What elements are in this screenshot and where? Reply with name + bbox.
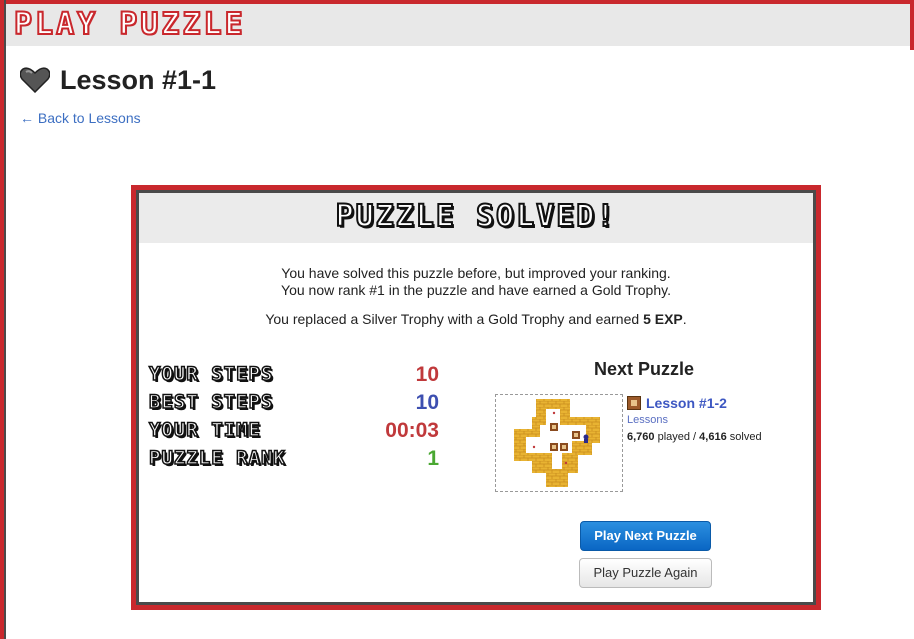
stat-value: 00:03 (385, 419, 439, 442)
stat-row-your-time: YOUR TIME 00:03 (148, 417, 439, 445)
site-logo[interactable]: PLAY PUZZLE (13, 7, 246, 43)
back-to-lessons-link[interactable]: ← Back to Lessons (20, 110, 141, 126)
next-puzzle-link[interactable]: Lesson #1-2 (646, 395, 727, 411)
next-puzzle-info: Lesson #1-2 Lessons 6,760 played / 4,616… (627, 394, 807, 443)
modal-body: PUZZLE SOLVED! You have solved this puzz… (139, 193, 813, 602)
stat-row-your-steps: YOUR STEPS 10 (148, 361, 439, 389)
modal-title: PUZZLE SOLVED! (335, 198, 617, 235)
next-puzzle-heading: Next Puzzle (593, 359, 695, 379)
modal-inner-frame: PUZZLE SOLVED! You have solved this puzz… (136, 190, 816, 605)
stat-value: 10 (415, 363, 439, 386)
next-puzzle-stats: 6,760 played / 4,616 solved (627, 431, 807, 443)
played-count: 6,760 (627, 431, 655, 443)
reward-message-suffix: . (682, 311, 687, 327)
page-title: Lesson #1-1 (60, 64, 217, 95)
solved-count: 4,616 (699, 431, 727, 443)
stat-row-puzzle-rank: PUZZLE RANK 1 (148, 445, 439, 473)
box-icon (627, 396, 641, 410)
exp-amount: 5 EXP (643, 311, 683, 327)
message-line-1: You have solved this puzzle before, but … (281, 265, 671, 281)
play-next-puzzle-button[interactable]: Play Next Puzzle (580, 521, 711, 551)
played-label: played / (654, 431, 700, 443)
stat-label: PUZZLE RANK (148, 446, 286, 470)
reward-message-prefix: You replaced a Silver Trophy with a Gold… (265, 311, 644, 327)
improvement-message: You have solved this puzzle before, but … (139, 265, 813, 299)
page-title-row: Lesson #1-1 (20, 62, 216, 98)
next-puzzle-category[interactable]: Lessons (627, 414, 807, 426)
stat-label: YOUR TIME (148, 418, 261, 442)
reward-message: You replaced a Silver Trophy with a Gold… (139, 311, 813, 328)
solved-label: solved (726, 431, 762, 443)
stats-panel: YOUR STEPS 10 BEST STEPS 10 YOUR TIME 00… (148, 361, 439, 473)
message-line-2: You now rank #1 in the puzzle and have e… (281, 282, 671, 298)
stat-label: BEST STEPS (148, 390, 274, 414)
stat-value: 1 (427, 447, 439, 470)
next-puzzle-name-row: Lesson #1-2 (627, 394, 807, 412)
stat-label: YOUR STEPS (148, 362, 274, 386)
page-frame-right (910, 0, 914, 50)
play-puzzle-again-button[interactable]: Play Puzzle Again (579, 558, 712, 588)
page-frame-left-shadow (4, 0, 6, 639)
puzzle-preview-image (514, 399, 600, 487)
puzzle-solved-modal: PUZZLE SOLVED! You have solved this puzz… (131, 185, 821, 610)
stat-value: 10 (415, 391, 439, 414)
heart-icon (20, 67, 50, 93)
next-puzzle-thumbnail[interactable] (495, 394, 623, 492)
stat-row-best-steps: BEST STEPS 10 (148, 389, 439, 417)
